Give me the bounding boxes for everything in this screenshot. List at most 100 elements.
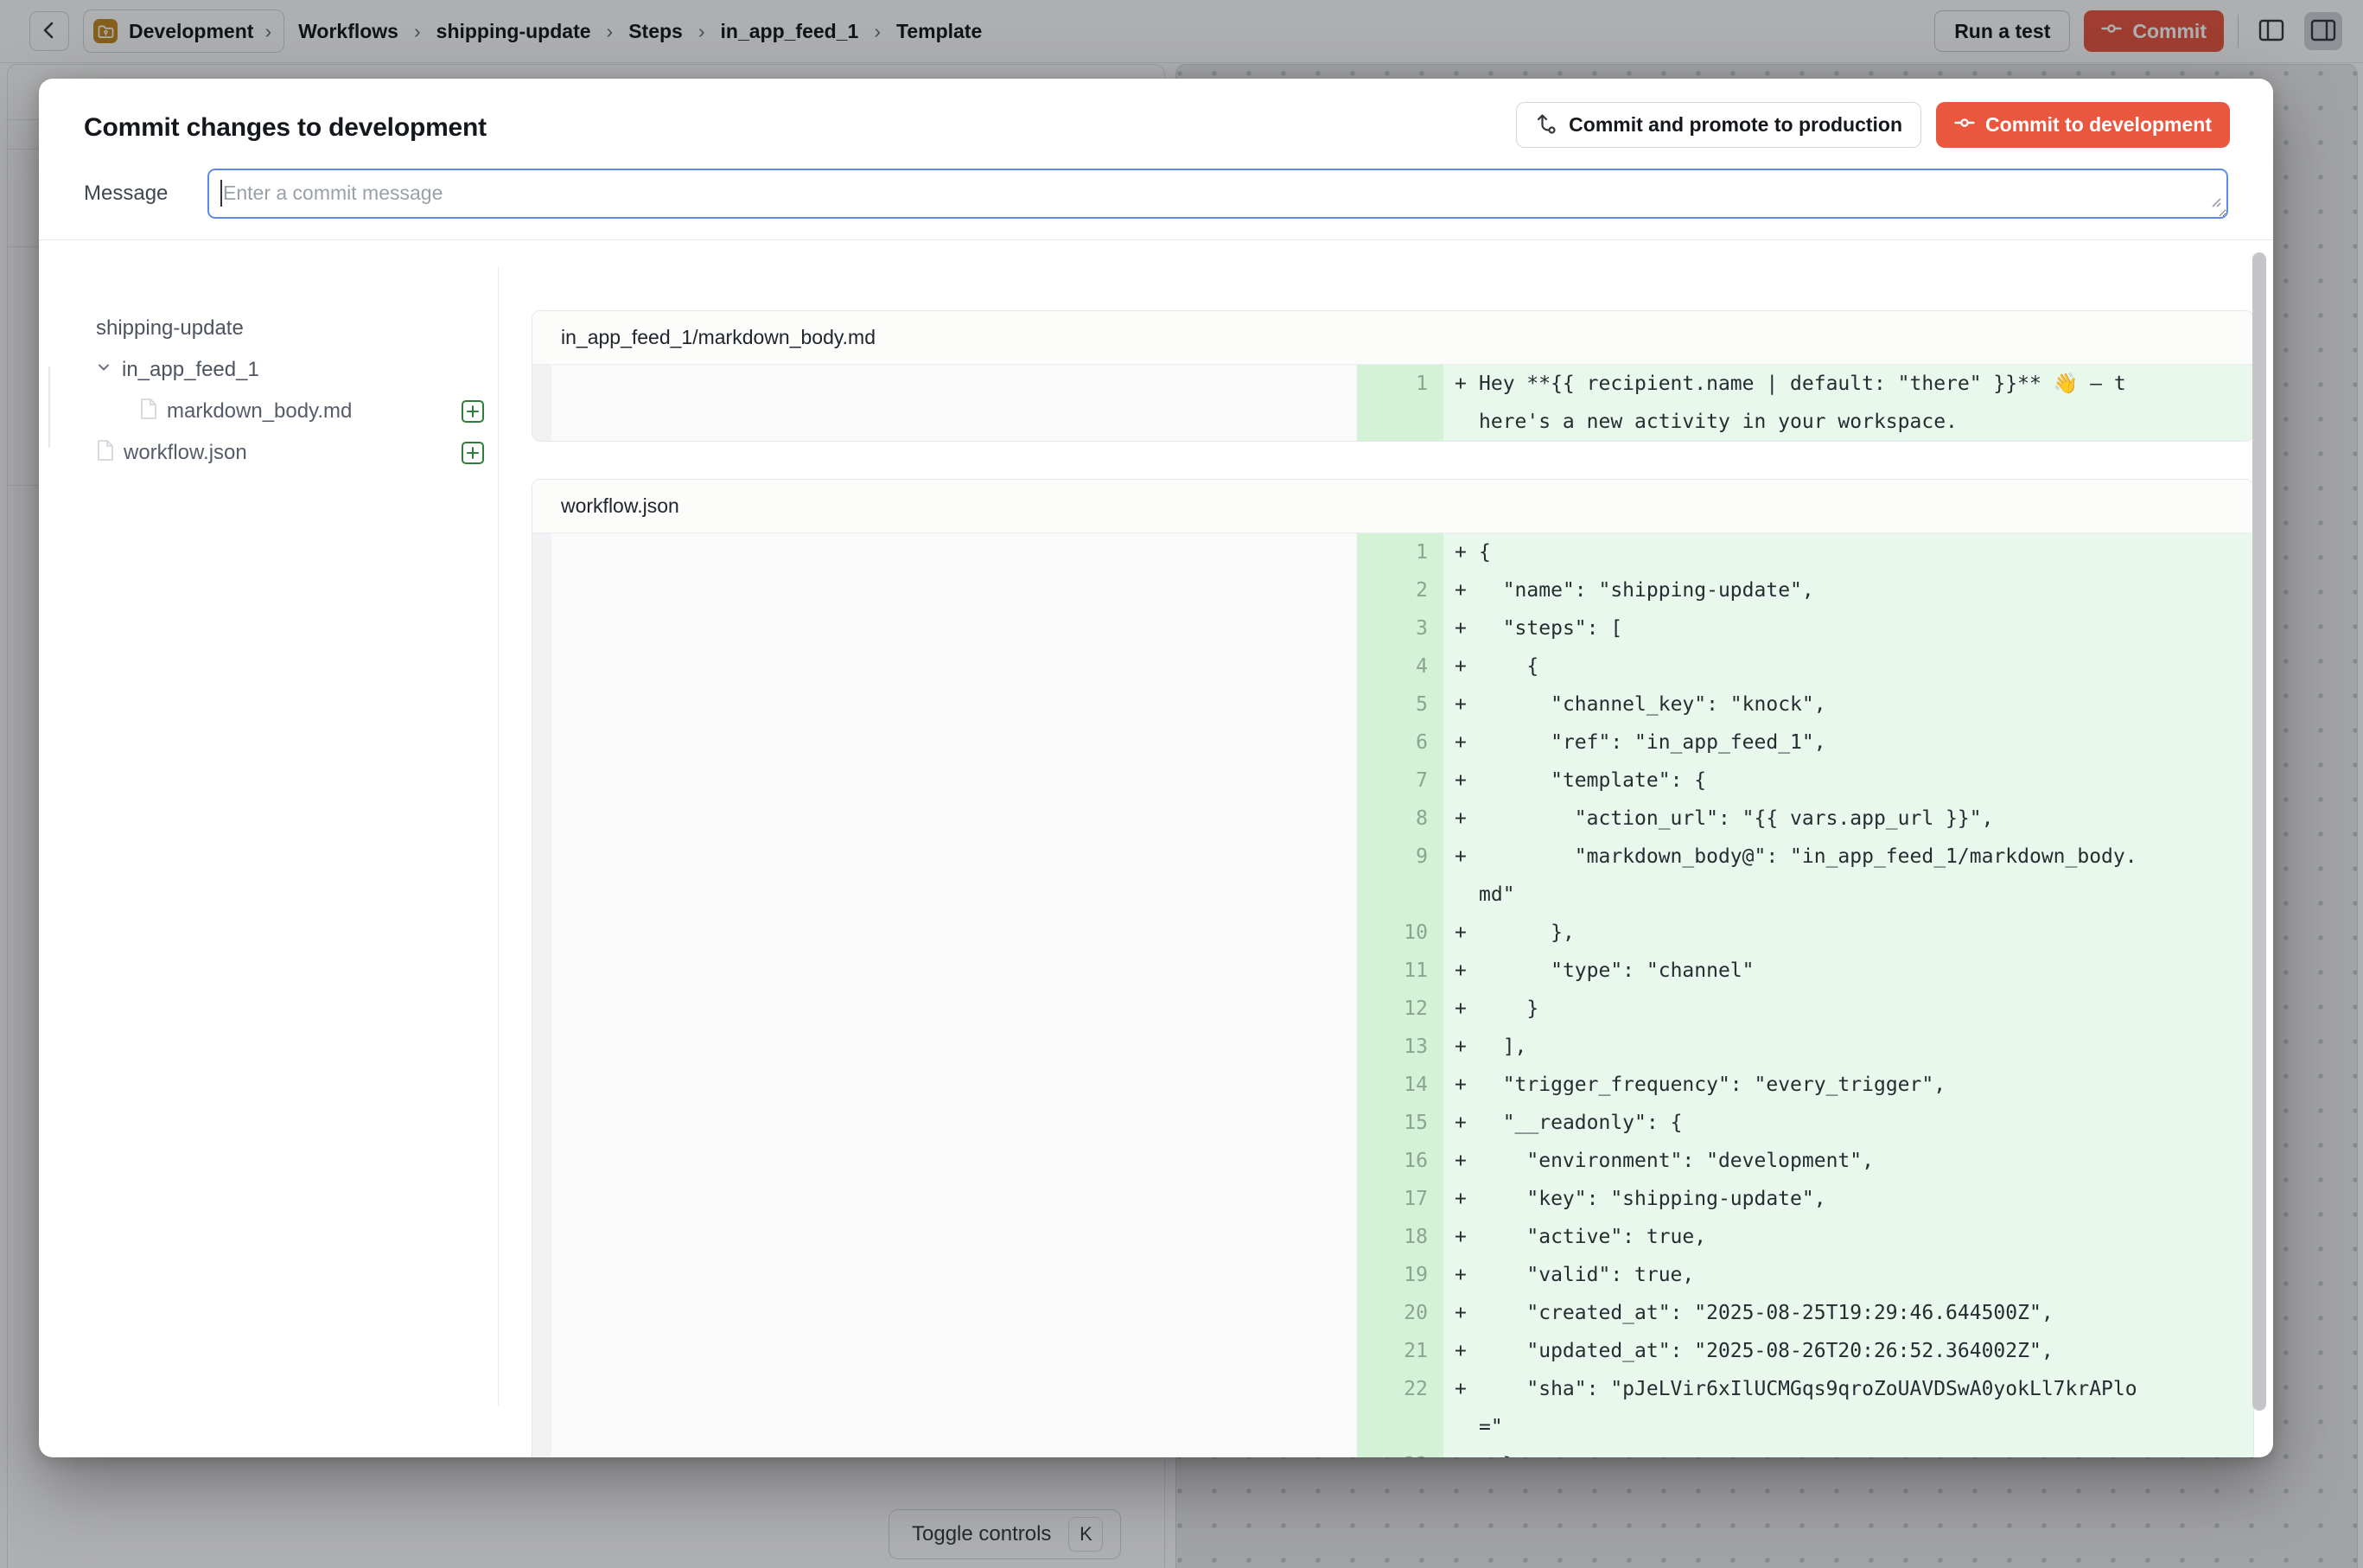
diff-added-icon[interactable] xyxy=(461,399,485,430)
code-text: "name": "shipping-update", xyxy=(1479,571,2137,609)
message-label: Message xyxy=(84,182,207,206)
diff-line-row: 1+{ xyxy=(532,533,2253,571)
old-content xyxy=(551,914,1357,952)
commit-to-development-button[interactable]: Commit to development xyxy=(1936,102,2230,148)
old-gutter xyxy=(532,990,551,1028)
line-number: 9 xyxy=(1357,838,1443,914)
diff-plus-sign: + xyxy=(1455,762,1479,800)
tree-file-row[interactable]: markdown_body.md xyxy=(96,391,499,432)
old-content xyxy=(551,571,1357,609)
code-text: "sha": "pJeLVir6xIlUCMGqs9qroZoUAVDSwA0y… xyxy=(1479,1370,2137,1446)
code-text: } xyxy=(1479,1446,2137,1457)
old-gutter xyxy=(532,1446,551,1457)
line-number: 16 xyxy=(1357,1142,1443,1180)
new-content: + "key": "shipping-update", xyxy=(1443,1180,2253,1218)
old-gutter xyxy=(532,1294,551,1332)
diff-file-name: workflow.json xyxy=(532,480,2253,533)
line-number: 20 xyxy=(1357,1294,1443,1332)
new-content: + } xyxy=(1443,1446,2253,1457)
commit-message-input[interactable] xyxy=(207,169,2228,219)
old-content xyxy=(551,723,1357,762)
line-number: 18 xyxy=(1357,1218,1443,1256)
diff-plus-sign: + xyxy=(1455,365,1479,441)
tree-folder-row[interactable]: in_app_feed_1 xyxy=(96,349,499,391)
commit-and-promote-button[interactable]: Commit and promote to production xyxy=(1516,102,1921,148)
old-gutter xyxy=(532,647,551,685)
old-content xyxy=(551,1066,1357,1104)
diff-plus-sign: + xyxy=(1455,838,1479,914)
old-content xyxy=(551,800,1357,838)
old-gutter xyxy=(532,1066,551,1104)
code-text: { xyxy=(1479,647,2137,685)
diff-plus-sign: + xyxy=(1455,1446,1479,1457)
diff-line-row: 6+ "ref": "in_app_feed_1", xyxy=(532,723,2253,762)
line-number: 3 xyxy=(1357,609,1443,647)
tree-indent-guide xyxy=(48,367,50,448)
line-number: 21 xyxy=(1357,1332,1443,1370)
file-icon xyxy=(139,398,158,426)
diff-file-name: in_app_feed_1/markdown_body.md xyxy=(532,311,2253,365)
diff-line-row: 21+ "updated_at": "2025-08-26T20:26:52.3… xyxy=(532,1332,2253,1370)
diff-plus-sign: + xyxy=(1455,1104,1479,1142)
old-gutter xyxy=(532,1332,551,1370)
code-text: "template": { xyxy=(1479,762,2137,800)
diff-line-row: 10+ }, xyxy=(532,914,2253,952)
line-number: 5 xyxy=(1357,685,1443,723)
new-content: + "ref": "in_app_feed_1", xyxy=(1443,723,2253,762)
new-content: + "valid": true, xyxy=(1443,1256,2253,1294)
old-gutter xyxy=(532,685,551,723)
code-text: "ref": "in_app_feed_1", xyxy=(1479,723,2137,762)
diff-plus-sign: + xyxy=(1455,1294,1479,1332)
line-number: 8 xyxy=(1357,800,1443,838)
old-content xyxy=(551,647,1357,685)
code-text: ], xyxy=(1479,1028,2137,1066)
diff-line-row: 18+ "active": true, xyxy=(532,1218,2253,1256)
diff-line-row: 17+ "key": "shipping-update", xyxy=(532,1180,2253,1218)
modal-actions: Commit and promote to production Commit … xyxy=(1516,102,2230,148)
new-content: + "type": "channel" xyxy=(1443,952,2253,990)
code-text: "__readonly": { xyxy=(1479,1104,2137,1142)
old-content xyxy=(551,1256,1357,1294)
diff-plus-sign: + xyxy=(1455,952,1479,990)
new-content: + "created_at": "2025-08-25T19:29:46.644… xyxy=(1443,1294,2253,1332)
old-content xyxy=(551,533,1357,571)
diff-card: workflow.json1+{2+ "name": "shipping-upd… xyxy=(532,479,2254,1457)
old-content xyxy=(551,365,1357,441)
diff-plus-sign: + xyxy=(1455,1332,1479,1370)
line-number: 22 xyxy=(1357,1370,1443,1446)
new-content: + "active": true, xyxy=(1443,1218,2253,1256)
new-content: +Hey **{{ recipient.name | default: "the… xyxy=(1443,365,2253,441)
code-text: "active": true, xyxy=(1479,1218,2137,1256)
line-number: 2 xyxy=(1357,571,1443,609)
old-gutter xyxy=(532,571,551,609)
new-content: + "action_url": "{{ vars.app_url }}", xyxy=(1443,800,2253,838)
diff-plus-sign: + xyxy=(1455,609,1479,647)
diff-added-icon[interactable] xyxy=(461,441,485,471)
old-gutter xyxy=(532,1256,551,1294)
code-text: "action_url": "{{ vars.app_url }}", xyxy=(1479,800,2137,838)
diff-line-row: 2+ "name": "shipping-update", xyxy=(532,571,2253,609)
commit-message-row: Message xyxy=(84,169,2228,219)
new-content: + "template": { xyxy=(1443,762,2253,800)
modal-header: Commit changes to development Commit and… xyxy=(39,79,2273,240)
line-number: 1 xyxy=(1357,365,1443,441)
diff-line-row: 8+ "action_url": "{{ vars.app_url }}", xyxy=(532,800,2253,838)
line-number: 10 xyxy=(1357,914,1443,952)
new-content: + "sha": "pJeLVir6xIlUCMGqs9qroZoUAVDSwA… xyxy=(1443,1370,2253,1446)
tree-file-row[interactable]: workflow.json xyxy=(96,432,499,474)
diff-line-row: 12+ } xyxy=(532,990,2253,1028)
old-content xyxy=(551,838,1357,914)
scrollbar[interactable] xyxy=(2252,252,2266,1411)
code-text: }, xyxy=(1479,914,2137,952)
new-content: + } xyxy=(1443,990,2253,1028)
diff-card: in_app_feed_1/markdown_body.md1+Hey **{{… xyxy=(532,310,2254,442)
code-text: } xyxy=(1479,990,2137,1028)
old-gutter xyxy=(532,1028,551,1066)
resize-grip-icon[interactable] xyxy=(2208,194,2222,213)
diff-body: 1+Hey **{{ recipient.name | default: "th… xyxy=(532,365,2253,441)
diff-body: 1+{2+ "name": "shipping-update",3+ "step… xyxy=(532,533,2253,1457)
old-gutter xyxy=(532,952,551,990)
old-content xyxy=(551,1332,1357,1370)
chevron-down-icon[interactable] xyxy=(94,358,113,383)
old-gutter xyxy=(532,533,551,571)
